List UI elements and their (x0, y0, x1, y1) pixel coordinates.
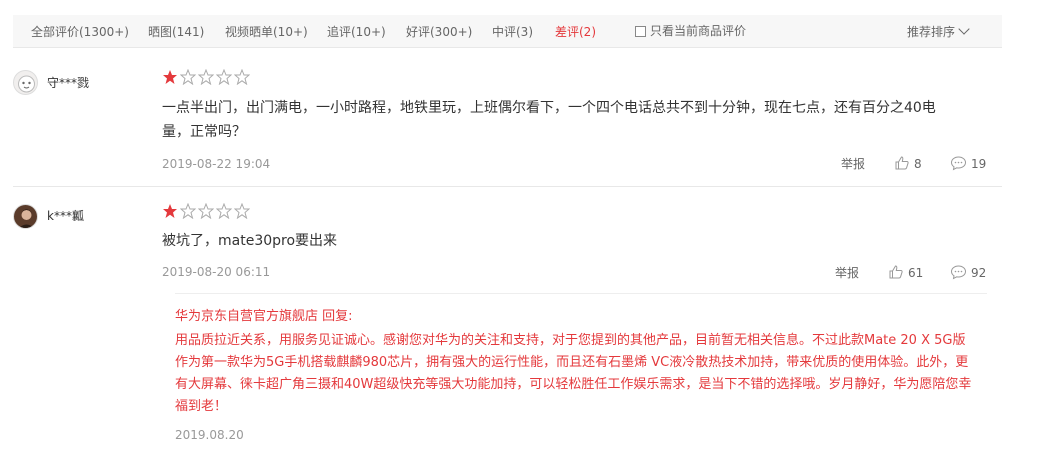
seller-reply-text: 用品质拉近关系，用服务见证诚心。感谢您对华为的关注和支持，对于您提到的其他产品，… (175, 333, 972, 414)
review-divider (13, 186, 1002, 187)
reply-divider (175, 293, 987, 294)
star-filled-icon (163, 70, 177, 84)
star-empty-icon (180, 69, 196, 85)
comment-bubble-icon (950, 265, 967, 280)
like-button[interactable]: 8 (894, 155, 922, 172)
review-date: 2019-08-20 06:11 (162, 265, 271, 279)
comment-bubble-icon (950, 156, 967, 171)
comment-count: 19 (971, 157, 987, 171)
star-empty-icon (198, 203, 214, 219)
tab-follow-up[interactable]: 追评(10+) (327, 24, 386, 40)
only-current-checkbox[interactable] (635, 26, 646, 37)
tab-positive[interactable]: 好评(300+) (406, 24, 472, 40)
like-button[interactable]: 61 (888, 264, 923, 281)
sort-label: 推荐排序 (907, 25, 956, 39)
review-content: 一点半出门，出门满电，一小时路程，地铁里玩，上班偶尔看下，一个四个电话总共不到十… (162, 100, 936, 140)
star-rating (162, 203, 252, 219)
like-count: 61 (908, 266, 924, 280)
report-link[interactable]: 举报 (835, 265, 859, 281)
seller-reply-date: 2019.08.20 (175, 428, 244, 442)
star-rating (162, 69, 252, 85)
comment-count: 92 (971, 266, 987, 280)
like-count: 8 (914, 157, 922, 171)
star-empty-icon (198, 69, 214, 85)
sort-dropdown[interactable]: 推荐排序 (907, 23, 970, 40)
only-current-product-filter[interactable]: 只看当前商品评价 (635, 23, 746, 39)
comment-button[interactable]: 92 (950, 264, 986, 281)
comment-button[interactable]: 19 (950, 155, 986, 172)
review-content: 被坑了，mate30pro要出来 (162, 233, 338, 249)
tab-videos[interactable]: 视频晒单(10+) (225, 24, 308, 40)
tab-all[interactable]: 全部评价(1300+) (31, 24, 129, 40)
seller-reply-title: 华为京东自营官方旗舰店 回复: (175, 309, 353, 324)
thumbs-up-icon (895, 156, 909, 170)
star-empty-icon (216, 69, 232, 85)
thumbs-up-icon (889, 265, 903, 279)
review-date: 2019-08-22 19:04 (162, 157, 271, 171)
review-filter-bar: 全部评价(1300+) 晒图(141) 视频晒单(10+) 追评(10+) 好评… (13, 15, 1002, 48)
tab-negative[interactable]: 差评(2) (555, 24, 596, 40)
username: k***瓤 (47, 209, 84, 223)
tab-photos[interactable]: 晒图(141) (148, 24, 204, 40)
username: 守***戮 (47, 76, 90, 90)
tab-neutral[interactable]: 中评(3) (492, 24, 533, 40)
chevron-down-icon (958, 23, 970, 35)
report-link[interactable]: 举报 (841, 156, 865, 172)
only-current-label: 只看当前商品评价 (650, 24, 747, 38)
star-empty-icon (180, 203, 196, 219)
star-empty-icon (216, 203, 232, 219)
star-empty-icon (234, 69, 250, 85)
star-filled-icon (163, 204, 177, 218)
avatar[interactable] (13, 204, 38, 229)
avatar[interactable] (13, 70, 38, 95)
star-empty-icon (234, 203, 250, 219)
